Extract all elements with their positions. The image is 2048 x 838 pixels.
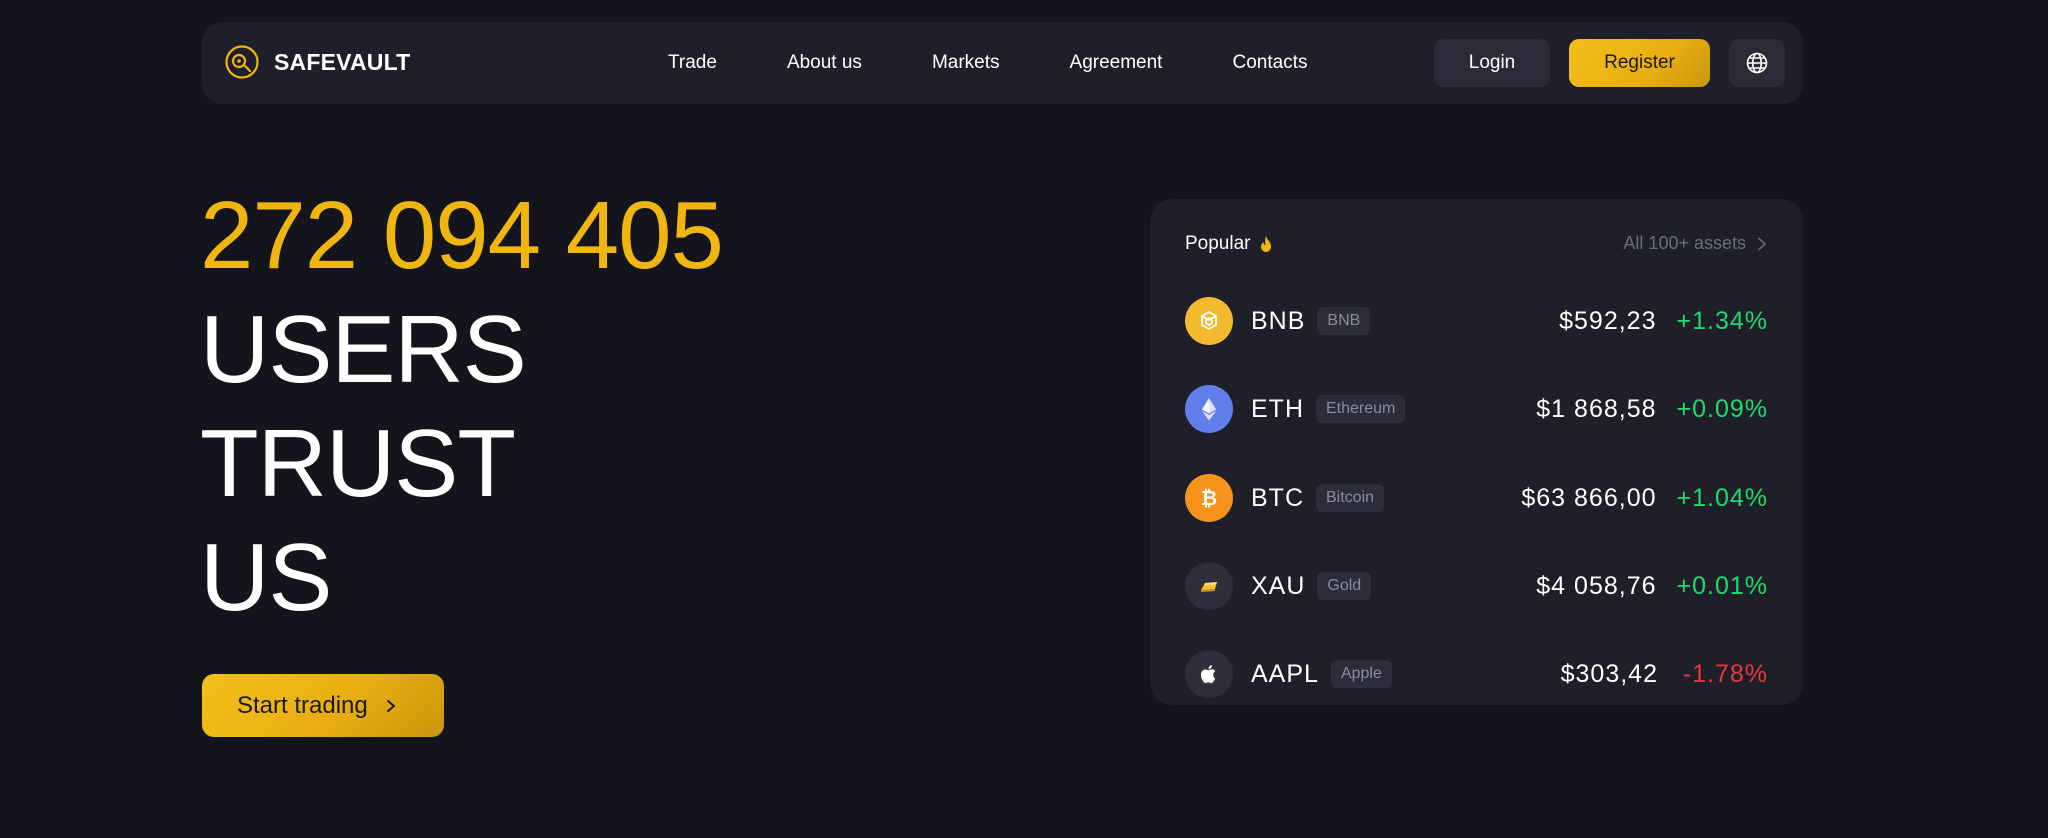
gold-bar-icon — [1185, 562, 1233, 610]
asset-ticker: BTC — [1251, 483, 1304, 512]
nav-item-about-us[interactable]: About us — [787, 52, 862, 74]
asset-name-tag: Gold — [1317, 572, 1372, 600]
popular-assets-card: Popular All 100+ assets BNB BNB $592,23 … — [1150, 199, 1803, 705]
brand-name: SAFEVAULT — [274, 48, 411, 75]
hero-line-users: USERS — [200, 296, 527, 403]
asset-ticker: BNB — [1251, 306, 1306, 335]
asset-row-eth[interactable]: ETH Ethereum $1 868,58 +0.09% — [1185, 385, 1768, 433]
brand-logo[interactable]: SAFEVAULT — [224, 44, 410, 80]
nav-item-contacts[interactable]: Contacts — [1232, 52, 1307, 74]
card-header: Popular All 100+ assets — [1185, 233, 1768, 263]
asset-price: $63 866,00 — [1521, 483, 1657, 512]
safe-dial-icon — [225, 45, 259, 79]
login-button[interactable]: Login — [1434, 39, 1550, 87]
asset-ticker: ETH — [1251, 394, 1304, 423]
asset-row-btc[interactable]: ₿ BTC Bitcoin $63 866,00 +1.04% — [1185, 474, 1768, 522]
asset-row-xau[interactable]: XAU Gold $4 058,76 +0.01% — [1185, 562, 1768, 610]
hero-line-trust: TRUST — [200, 410, 516, 517]
users-count: 272 094 405 — [200, 182, 724, 289]
bnb-icon — [1185, 297, 1233, 345]
bitcoin-icon: ₿ — [1185, 474, 1233, 522]
chevron-right-icon — [1758, 237, 1766, 250]
hero-line-us: US — [200, 524, 332, 631]
register-button[interactable]: Register — [1569, 39, 1710, 87]
apple-icon — [1185, 650, 1233, 698]
ethereum-icon — [1185, 385, 1233, 433]
asset-ticker: XAU — [1251, 571, 1306, 600]
asset-ticker: AAPL — [1251, 659, 1319, 688]
svg-text:₿: ₿ — [1201, 486, 1217, 510]
asset-name-tag: Apple — [1330, 660, 1392, 688]
all-assets-label: All 100+ assets — [1623, 233, 1746, 253]
asset-row-bnb[interactable]: BNB BNB $592,23 +1.34% — [1185, 297, 1768, 345]
start-trading-label: Start trading — [237, 691, 368, 719]
asset-change: +1.34% — [1676, 306, 1768, 335]
nav-item-markets[interactable]: Markets — [932, 52, 1000, 74]
popular-label: Popular — [1185, 233, 1251, 254]
nav-item-agreement[interactable]: Agreement — [1070, 52, 1163, 74]
chevron-right-icon — [386, 699, 395, 712]
globe-icon — [1746, 52, 1768, 74]
asset-change: +0.09% — [1676, 394, 1768, 423]
language-button[interactable] — [1729, 39, 1785, 87]
asset-name-tag: BNB — [1317, 307, 1371, 335]
main-nav: Trade About us Markets Agreement Contact… — [668, 22, 1307, 104]
all-assets-link[interactable]: All 100+ assets — [1623, 233, 1768, 254]
asset-change: +1.04% — [1676, 483, 1768, 512]
fire-icon — [1260, 236, 1271, 252]
asset-name-tag: Ethereum — [1316, 395, 1406, 423]
asset-price: $303,42 — [1560, 659, 1658, 688]
asset-change: +0.01% — [1676, 571, 1768, 600]
asset-row-aapl[interactable]: AAPL Apple $303,42 -1.78% — [1185, 650, 1768, 698]
start-trading-button[interactable]: Start trading — [202, 674, 444, 737]
asset-name-tag: Bitcoin — [1316, 484, 1385, 512]
asset-price: $1 868,58 — [1536, 394, 1657, 423]
asset-change: -1.78% — [1682, 659, 1768, 688]
popular-title: Popular — [1185, 233, 1273, 255]
asset-price: $4 058,76 — [1536, 571, 1657, 600]
site-header: SAFEVAULT Trade About us Markets Agreeme… — [202, 22, 1803, 104]
nav-item-trade[interactable]: Trade — [668, 52, 717, 74]
asset-price: $592,23 — [1559, 306, 1657, 335]
